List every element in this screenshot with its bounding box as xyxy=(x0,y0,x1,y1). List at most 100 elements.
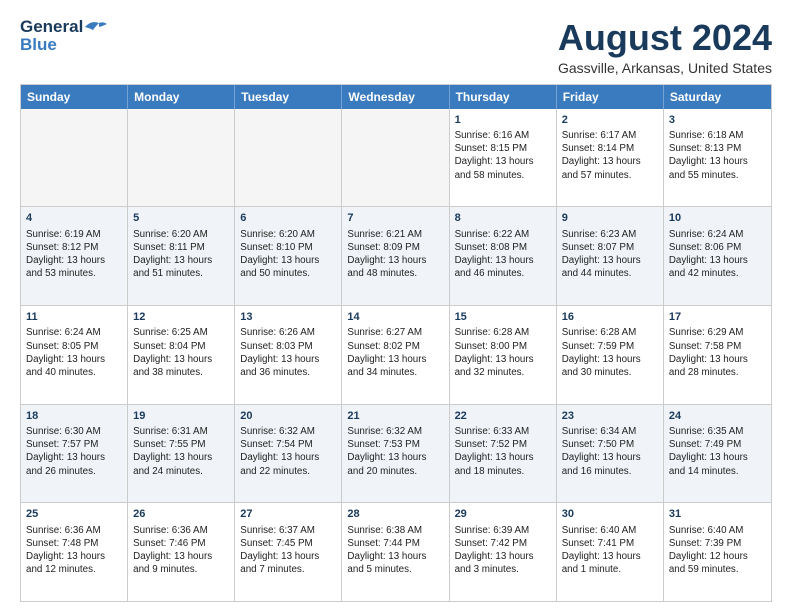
cal-row-0: 1Sunrise: 6:16 AM Sunset: 8:15 PM Daylig… xyxy=(21,109,771,207)
header-thursday: Thursday xyxy=(450,85,557,109)
cell-text-4-2: Sunrise: 6:37 AM Sunset: 7:45 PM Dayligh… xyxy=(240,524,336,577)
day-num-2-1: 12 xyxy=(133,310,229,325)
cal-cell-3-6: 24Sunrise: 6:35 AM Sunset: 7:49 PM Dayli… xyxy=(664,405,771,503)
cal-cell-3-1: 19Sunrise: 6:31 AM Sunset: 7:55 PM Dayli… xyxy=(128,405,235,503)
cell-text-4-3: Sunrise: 6:38 AM Sunset: 7:44 PM Dayligh… xyxy=(347,524,443,577)
cell-text-3-3: Sunrise: 6:32 AM Sunset: 7:53 PM Dayligh… xyxy=(347,425,443,478)
cell-text-3-2: Sunrise: 6:32 AM Sunset: 7:54 PM Dayligh… xyxy=(240,425,336,478)
cal-cell-4-4: 29 Sunrise: 6:39 AM Sunset: 7:42 PM Dayli… xyxy=(450,503,557,601)
day-num-2-6: 17 xyxy=(669,310,766,325)
cal-cell-2-1: 12Sunrise: 6:25 AM Sunset: 8:04 PM Dayli… xyxy=(128,306,235,404)
cell-text-2-2: Sunrise: 6:26 AM Sunset: 8:03 PM Dayligh… xyxy=(240,326,336,379)
day-num-4-5: 30 xyxy=(562,507,658,522)
logo-bird-icon xyxy=(85,20,107,34)
calendar-header: Sunday Monday Tuesday Wednesday Thursday… xyxy=(21,85,771,109)
day-num-1-4: 8 xyxy=(455,211,551,226)
cal-cell-4-1: 26 Sunrise: 6:36 AM Sunset: 7:46 PM Dayli… xyxy=(128,503,235,601)
cal-cell-1-6: 10 Sunrise: 6:24 AM Sunset: 8:06 PM Dayli… xyxy=(664,207,771,305)
calendar: Sunday Monday Tuesday Wednesday Thursday… xyxy=(20,84,772,602)
day-num-2-4: 15 xyxy=(455,310,551,325)
cell-text-3-5: Sunrise: 6:34 AM Sunset: 7:50 PM Dayligh… xyxy=(562,425,658,478)
header-wednesday: Wednesday xyxy=(342,85,449,109)
cal-cell-0-2 xyxy=(235,109,342,207)
day-num-4-6: 31 xyxy=(669,507,766,522)
header-monday: Monday xyxy=(128,85,235,109)
location: Gassville, Arkansas, United States xyxy=(558,60,772,76)
day-num-3-3: 21 xyxy=(347,409,443,424)
cal-cell-4-5: 30 Sunrise: 6:40 AM Sunset: 7:41 PM Dayli… xyxy=(557,503,664,601)
cell-text-1-0: Sunrise: 6:19 AM Sunset: 8:12 PM Dayligh… xyxy=(26,228,122,281)
cal-cell-2-3: 14Sunrise: 6:27 AM Sunset: 8:02 PM Dayli… xyxy=(342,306,449,404)
page: General Blue August 2024 Gassville, Arka… xyxy=(0,0,792,612)
cal-row-2: 11Sunrise: 6:24 AM Sunset: 8:05 PM Dayli… xyxy=(21,305,771,404)
cal-cell-1-5: 9Sunrise: 6:23 AM Sunset: 8:07 PM Daylig… xyxy=(557,207,664,305)
cell-text-4-5: Sunrise: 6:40 AM Sunset: 7:41 PM Dayligh… xyxy=(562,524,658,577)
cal-row-4: 25Sunrise: 6:36 AM Sunset: 7:48 PM Dayli… xyxy=(21,502,771,601)
month-title: August 2024 xyxy=(558,18,772,58)
cell-text-2-1: Sunrise: 6:25 AM Sunset: 8:04 PM Dayligh… xyxy=(133,326,229,379)
day-num-3-6: 24 xyxy=(669,409,766,424)
cell-text-1-5: Sunrise: 6:23 AM Sunset: 8:07 PM Dayligh… xyxy=(562,228,658,281)
day-num-4-4: 29 xyxy=(455,507,551,522)
cell-text-1-4: Sunrise: 6:22 AM Sunset: 8:08 PM Dayligh… xyxy=(455,228,551,281)
cell-text-3-4: Sunrise: 6:33 AM Sunset: 7:52 PM Dayligh… xyxy=(455,425,551,478)
day-num-4-1: 26 xyxy=(133,507,229,522)
cell-text-4-4: Sunrise: 6:39 AM Sunset: 7:42 PM Dayligh… xyxy=(455,524,551,577)
cell-text-0-5: Sunrise: 6:17 AM Sunset: 8:14 PM Dayligh… xyxy=(562,129,658,182)
cal-cell-4-3: 28 Sunrise: 6:38 AM Sunset: 7:44 PM Dayli… xyxy=(342,503,449,601)
cal-cell-4-6: 31 Sunrise: 6:40 AM Sunset: 7:39 PM Dayli… xyxy=(664,503,771,601)
cal-cell-2-5: 16Sunrise: 6:28 AM Sunset: 7:59 PM Dayli… xyxy=(557,306,664,404)
day-num-4-3: 28 xyxy=(347,507,443,522)
cal-row-3: 18Sunrise: 6:30 AM Sunset: 7:57 PM Dayli… xyxy=(21,404,771,503)
day-num-3-1: 19 xyxy=(133,409,229,424)
cal-cell-1-3: 7 Sunrise: 6:21 AM Sunset: 8:09 PM Daylig… xyxy=(342,207,449,305)
day-num-0-6: 3 xyxy=(669,113,766,128)
header-friday: Friday xyxy=(557,85,664,109)
cal-cell-0-5: 2Sunrise: 6:17 AM Sunset: 8:14 PM Daylig… xyxy=(557,109,664,207)
cal-cell-0-4: 1Sunrise: 6:16 AM Sunset: 8:15 PM Daylig… xyxy=(450,109,557,207)
day-num-1-2: 6 xyxy=(240,211,336,226)
calendar-body: 1Sunrise: 6:16 AM Sunset: 8:15 PM Daylig… xyxy=(21,109,771,601)
day-num-4-0: 25 xyxy=(26,507,122,522)
cal-cell-3-0: 18Sunrise: 6:30 AM Sunset: 7:57 PM Dayli… xyxy=(21,405,128,503)
cal-cell-0-0 xyxy=(21,109,128,207)
cal-cell-4-2: 27 Sunrise: 6:37 AM Sunset: 7:45 PM Dayli… xyxy=(235,503,342,601)
day-num-0-4: 1 xyxy=(455,113,551,128)
logo-general: General xyxy=(20,18,83,36)
logo: General Blue xyxy=(20,18,107,54)
day-num-1-6: 10 xyxy=(669,211,766,226)
cell-text-2-6: Sunrise: 6:29 AM Sunset: 7:58 PM Dayligh… xyxy=(669,326,766,379)
cell-text-3-1: Sunrise: 6:31 AM Sunset: 7:55 PM Dayligh… xyxy=(133,425,229,478)
cell-text-1-2: Sunrise: 6:20 AM Sunset: 8:10 PM Dayligh… xyxy=(240,228,336,281)
cal-cell-3-4: 22Sunrise: 6:33 AM Sunset: 7:52 PM Dayli… xyxy=(450,405,557,503)
day-num-2-0: 11 xyxy=(26,310,122,325)
cell-text-3-0: Sunrise: 6:30 AM Sunset: 7:57 PM Dayligh… xyxy=(26,425,122,478)
cal-cell-1-2: 6 Sunrise: 6:20 AM Sunset: 8:10 PM Daylig… xyxy=(235,207,342,305)
cal-cell-1-4: 8 Sunrise: 6:22 AM Sunset: 8:08 PM Daylig… xyxy=(450,207,557,305)
header-saturday: Saturday xyxy=(664,85,771,109)
cell-text-1-6: Sunrise: 6:24 AM Sunset: 8:06 PM Dayligh… xyxy=(669,228,766,281)
header-tuesday: Tuesday xyxy=(235,85,342,109)
cal-cell-2-4: 15Sunrise: 6:28 AM Sunset: 8:00 PM Dayli… xyxy=(450,306,557,404)
cell-text-0-6: Sunrise: 6:18 AM Sunset: 8:13 PM Dayligh… xyxy=(669,129,766,182)
day-num-3-5: 23 xyxy=(562,409,658,424)
day-num-3-0: 18 xyxy=(26,409,122,424)
cal-cell-3-2: 20Sunrise: 6:32 AM Sunset: 7:54 PM Dayli… xyxy=(235,405,342,503)
cal-cell-1-1: 5Sunrise: 6:20 AM Sunset: 8:11 PM Daylig… xyxy=(128,207,235,305)
cal-cell-3-3: 21Sunrise: 6:32 AM Sunset: 7:53 PM Dayli… xyxy=(342,405,449,503)
day-num-2-3: 14 xyxy=(347,310,443,325)
cell-text-4-1: Sunrise: 6:36 AM Sunset: 7:46 PM Dayligh… xyxy=(133,524,229,577)
day-num-3-2: 20 xyxy=(240,409,336,424)
cell-text-1-1: Sunrise: 6:20 AM Sunset: 8:11 PM Dayligh… xyxy=(133,228,229,281)
day-num-1-3: 7 xyxy=(347,211,443,226)
cell-text-1-3: Sunrise: 6:21 AM Sunset: 8:09 PM Dayligh… xyxy=(347,228,443,281)
day-num-2-5: 16 xyxy=(562,310,658,325)
cell-text-0-4: Sunrise: 6:16 AM Sunset: 8:15 PM Dayligh… xyxy=(455,129,551,182)
day-num-4-2: 27 xyxy=(240,507,336,522)
cell-text-4-6: Sunrise: 6:40 AM Sunset: 7:39 PM Dayligh… xyxy=(669,524,766,577)
cal-cell-2-2: 13Sunrise: 6:26 AM Sunset: 8:03 PM Dayli… xyxy=(235,306,342,404)
cell-text-3-6: Sunrise: 6:35 AM Sunset: 7:49 PM Dayligh… xyxy=(669,425,766,478)
cell-text-2-4: Sunrise: 6:28 AM Sunset: 8:00 PM Dayligh… xyxy=(455,326,551,379)
cal-cell-3-5: 23Sunrise: 6:34 AM Sunset: 7:50 PM Dayli… xyxy=(557,405,664,503)
cal-cell-0-1 xyxy=(128,109,235,207)
